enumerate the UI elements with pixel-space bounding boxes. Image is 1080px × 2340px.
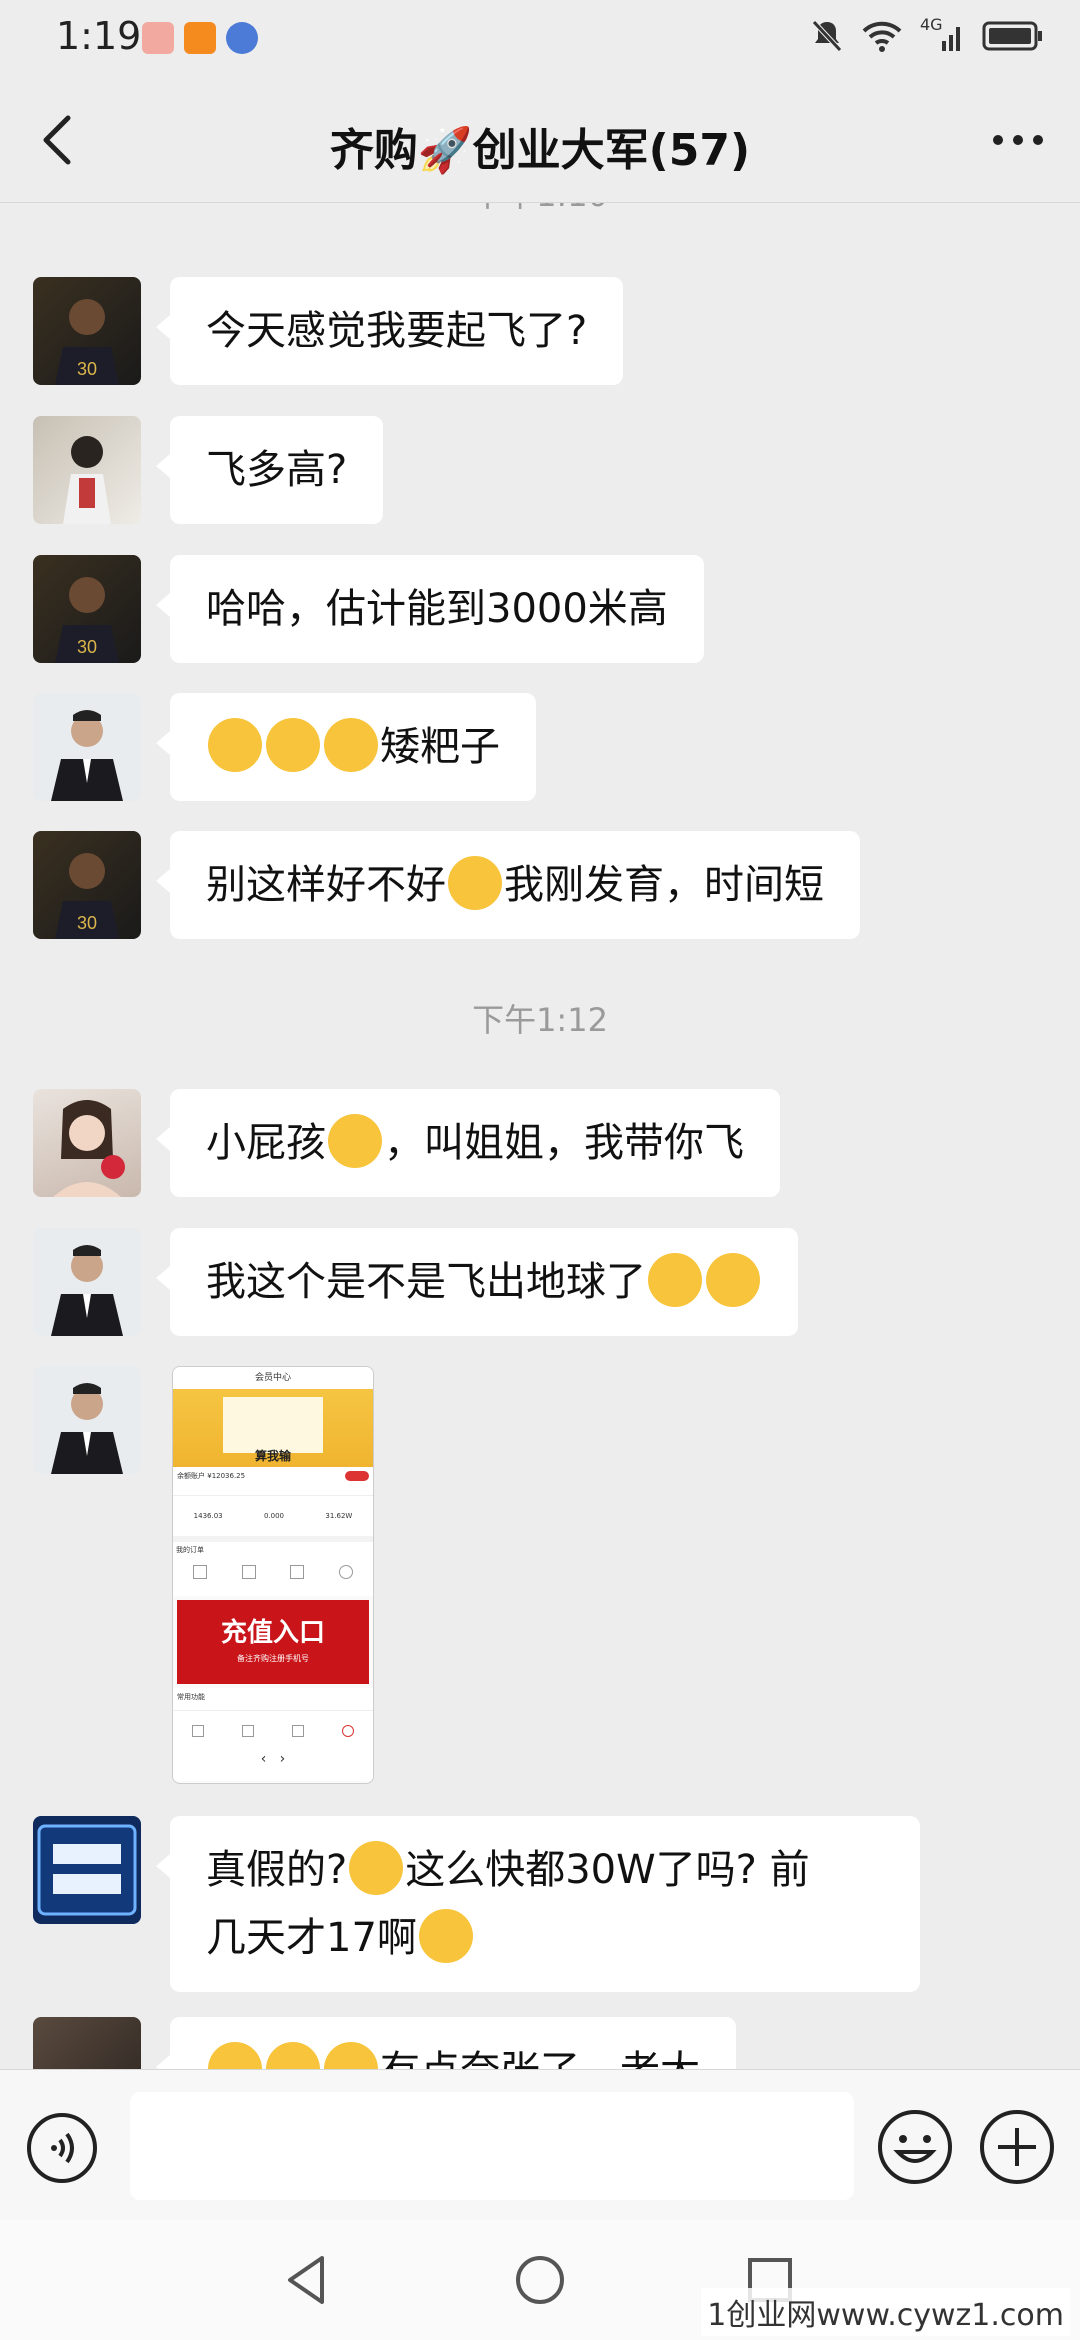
- shot-order-label: 我的订单: [176, 1546, 204, 1554]
- shot-stat: 1436.03: [193, 1512, 223, 1520]
- message-text: 几天才17啊: [206, 1915, 417, 1961]
- message-text: 今天感觉我要起飞了?: [206, 308, 588, 354]
- voice-input-icon[interactable]: [26, 2112, 98, 2184]
- chat-header: 齐购🚀创业大军(57): [0, 80, 1080, 203]
- message-bubble[interactable]: 我这个是不是飞出地球了: [156, 1228, 798, 1336]
- avatar-woman-flower[interactable]: [33, 1089, 141, 1197]
- status-bar: 1:19 4G: [0, 0, 1080, 80]
- message-bubble[interactable]: 有点夸张了，老大: [156, 2017, 736, 2069]
- system-icons: 4G: [810, 15, 1044, 54]
- shot-recharge-text: 充值入口: [220, 1618, 325, 1648]
- message-bubble[interactable]: 飞多高?: [155, 416, 384, 524]
- shot-balance-value: ¥12036.25: [207, 1472, 246, 1480]
- avatar-basketball[interactable]: 30: [33, 831, 141, 939]
- music-notification-icon: [226, 22, 258, 54]
- message-text: 哈哈，估计能到3000米高: [206, 586, 668, 632]
- avatar-man[interactable]: [33, 2017, 141, 2069]
- chat-area[interactable]: 下午1:10 30 今天感觉我要起飞了? 飞多高? 30 哈哈，估计能到3000…: [0, 203, 1080, 2069]
- shot-balance-row: 余额账户 ¥12036.25: [173, 1467, 373, 1495]
- shot-recharge-sub: 备注齐购注册手机号: [237, 1654, 309, 1663]
- group-title: 齐购🚀创业大军(57): [329, 125, 751, 176]
- more-options-icon[interactable]: [988, 120, 1048, 160]
- flushed-emoji-icon: [324, 718, 378, 772]
- unamused-emoji-icon: [418, 1909, 473, 1963]
- avatar-basketball[interactable]: 30: [33, 277, 141, 385]
- shot-recharge-banner: 充值入口 备注齐购注册手机号: [177, 1600, 369, 1684]
- timestamp: 下午1:10: [0, 203, 1080, 213]
- message-text: 我刚发育，时间短: [504, 862, 824, 908]
- input-bar: [0, 2069, 1080, 2220]
- message-bubble[interactable]: 矮粑子: [156, 693, 536, 801]
- grimacing-emoji-icon: [266, 2042, 320, 2069]
- message-text: 我这个是不是飞出地球了: [206, 1259, 646, 1305]
- shot-banner: 算我输: [173, 1389, 373, 1467]
- flushed-emoji-icon: [266, 718, 320, 772]
- shot-stat: 0.000: [263, 1512, 285, 1520]
- shot-banner-name: 算我输: [254, 1449, 291, 1463]
- emoji-picker-icon[interactable]: [876, 2108, 954, 2186]
- message-bubble[interactable]: 今天感觉我要起飞了?: [155, 277, 624, 385]
- confused-emoji-icon: [448, 856, 502, 910]
- screaming-emoji-icon: [349, 1841, 404, 1895]
- grimacing-emoji-icon: [324, 2042, 378, 2069]
- svg-text:30: 30: [77, 359, 97, 379]
- message-bubble[interactable]: 小屁孩 ，叫姐姐，我带你飞: [156, 1089, 780, 1197]
- image-message[interactable]: 会员中心 算我输 余额账户 ¥12036.25 1436.03 0.000 31…: [172, 1366, 374, 1784]
- nav-back-icon[interactable]: [278, 2250, 338, 2310]
- message-text: 有点夸张了，老大: [380, 2048, 700, 2069]
- avatar-man-suit[interactable]: [33, 1366, 141, 1474]
- wifi-icon: [862, 21, 902, 52]
- shot-title-bar: 会员中心: [173, 1367, 373, 1389]
- message-input[interactable]: [130, 2092, 854, 2200]
- message-bubble[interactable]: 哈哈，估计能到3000米高: [156, 555, 704, 663]
- message-bubble[interactable]: 真假的? 这么快都30W了吗? 前 几天才17啊: [156, 1816, 920, 1992]
- shot-navbar: ‹ ›: [173, 1751, 373, 1781]
- shot-balance-label: 余额账户: [177, 1472, 205, 1480]
- nav-home-icon[interactable]: [510, 2250, 570, 2310]
- shot-stat: 31.62W: [325, 1512, 353, 1520]
- notification-icons: [142, 22, 258, 54]
- mute-bell-icon: [812, 20, 842, 52]
- video-notification-icon: [184, 22, 216, 54]
- grinning-squint-emoji-icon: [706, 1253, 760, 1307]
- svg-text:30: 30: [77, 913, 97, 933]
- avatar-man-suit[interactable]: [33, 693, 141, 801]
- message-text: 真假的?: [206, 1847, 348, 1893]
- message-text: 矮粑子: [380, 724, 500, 770]
- network-type: 4G: [920, 15, 943, 34]
- flushed-emoji-icon: [208, 718, 262, 772]
- message-text: 别这样好不好: [206, 862, 446, 908]
- grimacing-emoji-icon: [208, 2042, 262, 2069]
- battery-icon: [982, 21, 1042, 51]
- signal-icon: 4G: [920, 15, 964, 53]
- message-text: ，叫姐姐，我带你飞: [384, 1120, 744, 1166]
- shot-common: 常用功能: [173, 1688, 373, 1710]
- message-text: 这么快都30W了吗? 前: [405, 1847, 810, 1893]
- system-nav-bar: 1创业网www.cywz1.com: [0, 2220, 1080, 2340]
- site-watermark: 1创业网www.cywz1.com: [701, 2288, 1070, 2336]
- svg-text:30: 30: [77, 637, 97, 657]
- gift-notification-icon: [142, 22, 174, 54]
- avatar-basketball[interactable]: 30: [33, 555, 141, 663]
- avatar-highest-support[interactable]: [33, 1816, 141, 1924]
- message-text: 飞多高?: [206, 447, 348, 493]
- shot-tabbar: [173, 1710, 373, 1751]
- shot-orders: 我的订单: [173, 1536, 373, 1596]
- more-functions-plus-icon[interactable]: [978, 2108, 1056, 2186]
- thinking-emoji-icon: [328, 1114, 382, 1168]
- message-text: 小屁孩: [206, 1120, 326, 1166]
- avatar-woman[interactable]: [33, 416, 141, 524]
- grinning-squint-emoji-icon: [648, 1253, 702, 1307]
- status-time: 1:19: [56, 14, 142, 58]
- shot-stats: 1436.03 0.000 31.62W: [173, 1495, 373, 1536]
- message-bubble[interactable]: 别这样好不好 我刚发育，时间短: [156, 831, 860, 939]
- timestamp: 下午1:12: [472, 1001, 608, 1039]
- avatar-man-suit[interactable]: [33, 1228, 141, 1336]
